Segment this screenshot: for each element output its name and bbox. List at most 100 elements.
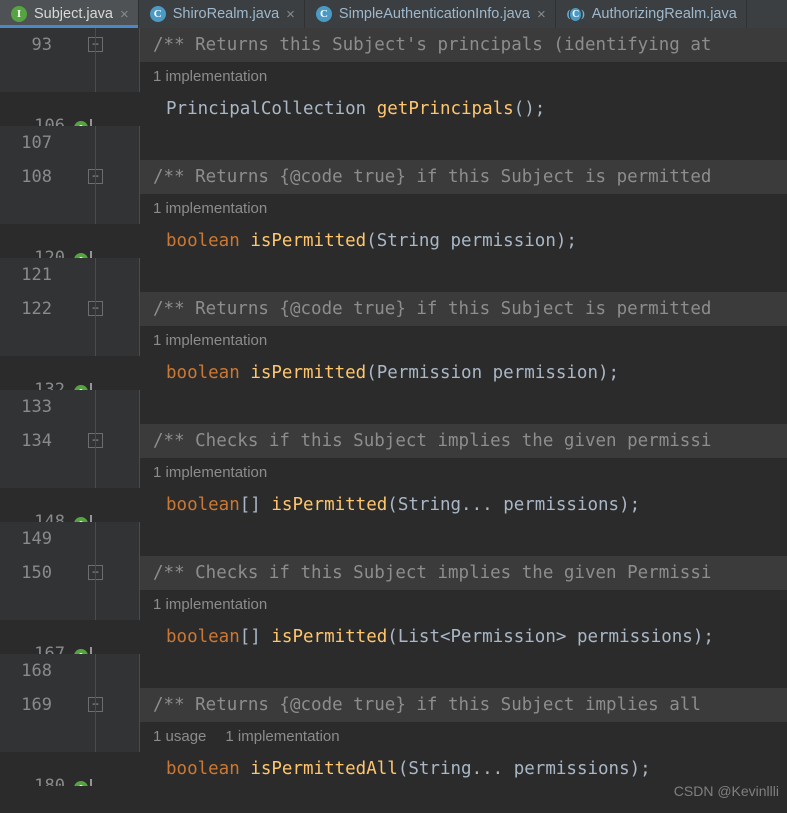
code-text[interactable]: 1 implementation xyxy=(140,590,787,620)
code-text[interactable] xyxy=(140,654,787,688)
editor-gutter[interactable]: 168 xyxy=(0,654,140,688)
editor-gutter[interactable] xyxy=(0,326,140,356)
code-text[interactable]: /** Returns this Subject's principals (i… xyxy=(140,28,787,62)
editor-line[interactable]: 167 Iboolean[] isPermitted(List<Permissio… xyxy=(0,620,787,654)
editor-line[interactable]: 107 xyxy=(0,126,787,160)
code-text[interactable] xyxy=(140,258,787,292)
code-text[interactable]: 1 implementation xyxy=(140,194,787,224)
implemented-by-gutter-icon[interactable]: I xyxy=(74,777,104,786)
code-text[interactable]: 1 usage 1 implementation xyxy=(140,722,787,752)
editor-line[interactable]: 1 implementation xyxy=(0,194,787,224)
code-text[interactable]: boolean[] isPermitted(List<Permission> p… xyxy=(153,620,787,654)
folded-javadoc-comment[interactable]: /** Checks if this Subject implies the g… xyxy=(140,424,787,458)
inlay-hint[interactable]: 1 implementation xyxy=(225,728,339,745)
editor-gutter[interactable] xyxy=(0,62,140,92)
code-text[interactable]: 1 implementation xyxy=(140,62,787,92)
inlay-hint[interactable]: 1 implementation xyxy=(153,68,267,85)
editor-line[interactable]: 1 implementation xyxy=(0,62,787,92)
editor-gutter[interactable]: 107 xyxy=(0,126,140,160)
inlay-hint[interactable]: 1 implementation xyxy=(153,332,267,349)
code-text[interactable] xyxy=(140,390,787,424)
editor-tab-shirorealm-java[interactable]: C ShiroRealm.java × xyxy=(139,0,305,28)
folded-javadoc-comment[interactable]: /** Returns {@code true} if this Subject… xyxy=(140,688,787,722)
editor-line[interactable]: 149 xyxy=(0,522,787,556)
code-text[interactable]: boolean isPermitted(Permission permissio… xyxy=(153,356,787,390)
code-token: boolean xyxy=(166,363,240,383)
editor-gutter[interactable] xyxy=(0,194,140,224)
inlay-hint[interactable]: 1 implementation xyxy=(153,200,267,217)
implemented-by-gutter-icon[interactable]: I xyxy=(74,645,104,654)
editor-line[interactable]: 93+/** Returns this Subject's principals… xyxy=(0,28,787,62)
editor-line[interactable]: 132 Iboolean isPermitted(Permission permi… xyxy=(0,356,787,390)
editor-gutter[interactable] xyxy=(0,722,140,752)
folded-javadoc-comment[interactable]: /** Returns {@code true} if this Subject… xyxy=(140,292,787,326)
editor-line[interactable]: 148 Iboolean[] isPermitted(String... perm… xyxy=(0,488,787,522)
gutter-edge xyxy=(139,160,140,194)
editor-tab-subject-java[interactable]: I Subject.java × xyxy=(0,0,139,28)
editor-tab-simpleauthenticationinfo-java[interactable]: C SimpleAuthenticationInfo.java × xyxy=(305,0,556,28)
code-text[interactable]: boolean isPermittedAll(String... permiss… xyxy=(153,752,787,786)
line-number: 132 xyxy=(34,380,65,390)
code-text[interactable]: boolean isPermitted(String permission); xyxy=(153,224,787,258)
editor-line[interactable]: 121 xyxy=(0,258,787,292)
editor-line[interactable]: 134+/** Checks if this Subject implies t… xyxy=(0,424,787,458)
editor-gutter[interactable]: 93+ xyxy=(0,28,140,62)
editor-line[interactable]: 1 implementation xyxy=(0,590,787,620)
editor-line[interactable]: 122+/** Returns {@code true} if this Sub… xyxy=(0,292,787,326)
editor-line[interactable]: 150+/** Checks if this Subject implies t… xyxy=(0,556,787,590)
editor-line[interactable]: 120 Iboolean isPermitted(String permissio… xyxy=(0,224,787,258)
code-text[interactable]: boolean[] isPermitted(String... permissi… xyxy=(153,488,787,522)
code-text[interactable]: /** Checks if this Subject implies the g… xyxy=(140,556,787,590)
implemented-by-gutter-icon[interactable]: I xyxy=(74,381,104,390)
editor-gutter[interactable] xyxy=(0,590,140,620)
code-text[interactable]: 1 implementation xyxy=(140,326,787,356)
gutter-divider xyxy=(95,688,96,722)
editor-gutter[interactable]: 108+ xyxy=(0,160,140,194)
editor-gutter[interactable]: 133 xyxy=(0,390,140,424)
editor-line[interactable]: 1 implementation xyxy=(0,458,787,488)
gutter-divider xyxy=(95,424,96,458)
editor-line[interactable]: 1 implementation xyxy=(0,326,787,356)
code-text[interactable] xyxy=(140,126,787,160)
editor-gutter[interactable]: 122+ xyxy=(0,292,140,326)
inlay-hint[interactable]: 1 usage xyxy=(153,728,206,745)
editor-line[interactable]: 1 usage 1 implementation xyxy=(0,722,787,752)
editor-tab-authorizingrealm-java[interactable]: (C) AuthorizingRealm.java xyxy=(556,0,747,28)
code-text[interactable]: 1 implementation xyxy=(140,458,787,488)
implemented-by-gutter-icon[interactable]: I xyxy=(74,513,104,522)
code-editor[interactable]: 93+/** Returns this Subject's principals… xyxy=(0,28,787,813)
editor-gutter[interactable]: 121 xyxy=(0,258,140,292)
editor-gutter[interactable] xyxy=(0,458,140,488)
editor-gutter[interactable]: 169+ xyxy=(0,688,140,722)
svg-text:I: I xyxy=(79,784,83,786)
editor-line[interactable]: 106 I PrincipalCollection getPrincipals(); xyxy=(0,92,787,126)
close-icon[interactable]: × xyxy=(537,7,546,22)
code-text[interactable]: /** Returns {@code true} if this Subject… xyxy=(140,160,787,194)
inlay-hint[interactable]: 1 implementation xyxy=(153,464,267,481)
close-icon[interactable]: × xyxy=(286,7,295,22)
editor-gutter[interactable]: 150+ xyxy=(0,556,140,590)
class-icon: C xyxy=(149,6,166,22)
gutter-edge xyxy=(139,126,140,160)
editor-line[interactable]: 180 Iboolean isPermittedAll(String... per… xyxy=(0,752,787,786)
code-text[interactable]: /** Returns {@code true} if this Subject… xyxy=(140,688,787,722)
folded-javadoc-comment[interactable]: /** Returns this Subject's principals (i… xyxy=(140,28,787,62)
code-text[interactable]: /** Checks if this Subject implies the g… xyxy=(140,424,787,458)
editor-gutter[interactable]: 149 xyxy=(0,522,140,556)
implemented-by-gutter-icon[interactable]: I xyxy=(74,117,104,126)
code-text[interactable]: /** Returns {@code true} if this Subject… xyxy=(140,292,787,326)
code-text[interactable]: PrincipalCollection getPrincipals(); xyxy=(153,92,787,126)
implemented-by-gutter-icon[interactable]: I xyxy=(74,249,104,258)
editor-line[interactable]: 108+/** Returns {@code true} if this Sub… xyxy=(0,160,787,194)
editor-gutter[interactable]: 134+ xyxy=(0,424,140,458)
inlay-hint[interactable]: 1 implementation xyxy=(153,596,267,613)
editor-line[interactable]: 169+/** Returns {@code true} if this Sub… xyxy=(0,688,787,722)
close-icon[interactable]: × xyxy=(120,7,129,22)
folded-javadoc-comment[interactable]: /** Returns {@code true} if this Subject… xyxy=(140,160,787,194)
editor-line[interactable]: 133 xyxy=(0,390,787,424)
folded-javadoc-comment[interactable]: /** Checks if this Subject implies the g… xyxy=(140,556,787,590)
editor-line[interactable]: 168 xyxy=(0,654,787,688)
code-text[interactable] xyxy=(140,522,787,556)
code-token: (); xyxy=(513,99,546,119)
